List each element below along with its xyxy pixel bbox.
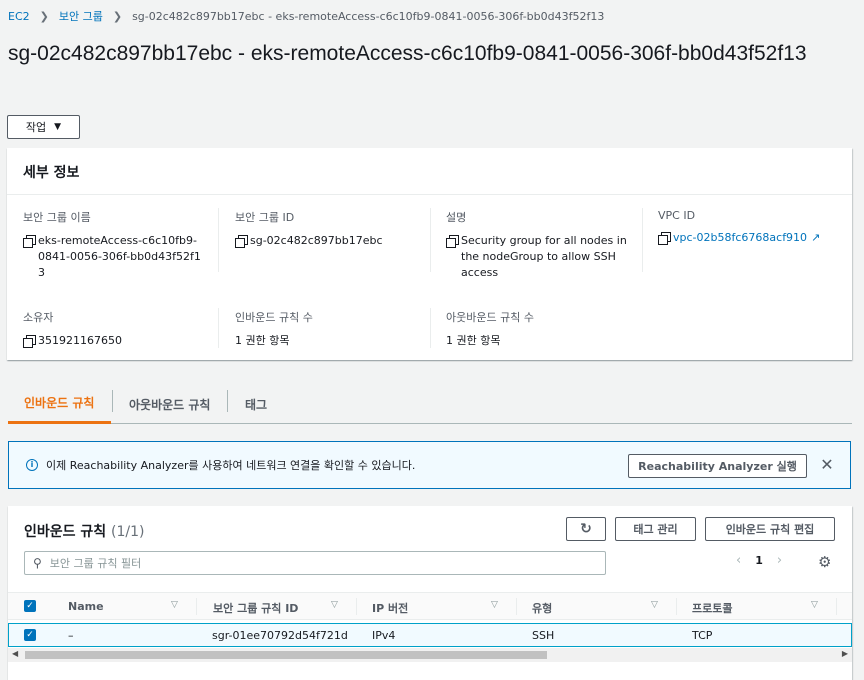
vpc-field: VPC ID vpc-02b58fc6768acf910 ↗: [658, 209, 843, 246]
table-header: ✓ Name ▽ 보안 그룹 규칙 ID ▽ IP 버전 ▽ 유형 ▽ 프로토콜…: [8, 592, 852, 620]
sort-icon[interactable]: ▽: [491, 600, 498, 610]
pagination: ‹ 1 ›: [736, 553, 782, 568]
rules-title: 인바운드 규칙: [24, 524, 107, 540]
outbound-count-value: 1 권한 항목: [446, 334, 501, 347]
description-label: 설명: [446, 211, 467, 224]
outbound-count-label: 아웃바운드 규칙 수: [446, 311, 534, 324]
edit-inbound-rules-button[interactable]: 인바운드 규칙 편집: [705, 517, 835, 541]
outbound-count-field: 아웃바운드 규칙 수 1 권한 항목: [446, 309, 631, 349]
page-number[interactable]: 1: [755, 554, 763, 567]
cell-protocol: TCP: [692, 629, 713, 642]
info-alert: i 이제 Reachability Analyzer를 사용하여 네트워크 연결…: [8, 441, 851, 489]
inbound-count-field: 인바운드 규칙 수 1 권한 항목: [235, 309, 425, 349]
sort-icon[interactable]: ▽: [811, 600, 818, 610]
copy-icon[interactable]: [658, 232, 671, 245]
sort-icon[interactable]: ▽: [651, 600, 658, 610]
group-name-label: 보안 그룹 이름: [23, 211, 91, 224]
external-link-icon: ↗: [811, 231, 821, 244]
inbound-rules-panel: 인바운드 규칙 (1/1) ↻ 태그 관리 인바운드 규칙 편집 ⚲ 보안 그룹…: [8, 506, 852, 680]
group-id-field: 보안 그룹 ID sg-02c482c897bb17ebc: [235, 209, 425, 249]
divider: [430, 308, 431, 348]
cell-ip-version: IPv4: [372, 629, 396, 642]
search-icon: ⚲: [33, 556, 42, 570]
chevron-right-icon[interactable]: ›: [777, 553, 782, 568]
refresh-icon: ↻: [580, 521, 592, 537]
tab-tags[interactable]: 태그: [229, 384, 283, 424]
description-field: 설명 Security group for all nodes in the n…: [446, 209, 631, 281]
column-rule-id[interactable]: 보안 그룹 규칙 ID: [213, 600, 298, 616]
rules-filter-input[interactable]: ⚲ 보안 그룹 규칙 필터: [24, 551, 606, 575]
row-checkbox[interactable]: ✓: [24, 629, 36, 641]
chevron-left-icon[interactable]: ‹: [736, 553, 741, 568]
scroll-left-icon[interactable]: ◀: [12, 649, 18, 658]
rules-count: (1/1): [111, 524, 145, 540]
inbound-count-label: 인바운드 규칙 수: [235, 311, 313, 324]
cell-name: –: [68, 629, 74, 642]
column-divider: [676, 598, 677, 615]
column-protocol[interactable]: 프로토콜: [692, 600, 732, 616]
breadcrumb-current: sg-02c482c897bb17ebc - eks-remoteAccess-…: [132, 9, 605, 23]
divider: [218, 308, 219, 348]
horizontal-scrollbar[interactable]: ◀ ▶: [8, 648, 852, 662]
scrollbar-thumb[interactable]: [25, 651, 547, 659]
description-value: Security group for all nodes in the node…: [461, 234, 627, 279]
cell-rule-id: sgr-01ee70792d54f721d: [212, 629, 348, 642]
column-divider: [836, 598, 837, 615]
sort-icon[interactable]: ▽: [171, 600, 178, 610]
group-name-field: 보안 그룹 이름 eks-remoteAccess-c6c10fb9-0841-…: [23, 209, 203, 281]
table-row[interactable]: ✓ – sgr-01ee70792d54f721d IPv4 SSH TCP: [8, 623, 852, 647]
tab-divider: [227, 390, 228, 412]
alert-text: 이제 Reachability Analyzer를 사용하여 네트워크 연결을 …: [46, 459, 416, 472]
owner-value: 351921167650: [38, 334, 122, 347]
cell-type: SSH: [532, 629, 555, 642]
run-reachability-analyzer-button[interactable]: Reachability Analyzer 실행: [628, 454, 807, 478]
column-ip-version[interactable]: IP 버전: [372, 600, 408, 616]
owner-field: 소유자 351921167650: [23, 309, 203, 349]
close-icon[interactable]: ✕: [817, 454, 837, 476]
gear-icon[interactable]: ⚙: [818, 553, 831, 571]
chevron-right-icon: ❯: [112, 9, 123, 23]
page-title: sg-02c482c897bb17ebc - eks-remoteAccess-…: [8, 42, 807, 65]
rules-heading: 인바운드 규칙 (1/1): [24, 521, 145, 541]
breadcrumb-security-groups[interactable]: 보안 그룹: [59, 8, 103, 24]
divider: [218, 208, 219, 272]
group-id-label: 보안 그룹 ID: [235, 211, 295, 224]
refresh-button[interactable]: ↻: [566, 517, 606, 541]
owner-label: 소유자: [23, 311, 54, 324]
column-name[interactable]: Name: [68, 600, 104, 613]
column-divider: [516, 598, 517, 615]
column-type[interactable]: 유형: [532, 600, 552, 616]
copy-icon[interactable]: [23, 335, 36, 348]
copy-icon[interactable]: [235, 235, 248, 248]
divider: [642, 208, 643, 272]
vpc-label: VPC ID: [658, 209, 696, 222]
chevron-right-icon: ❯: [39, 9, 49, 23]
column-divider: [196, 598, 197, 615]
copy-icon[interactable]: [23, 235, 36, 248]
manage-tags-button[interactable]: 태그 관리: [615, 517, 696, 541]
vpc-link[interactable]: vpc-02b58fc6768acf910: [673, 230, 807, 246]
caret-down-icon: ▼: [54, 122, 62, 132]
details-heading: 세부 정보: [7, 148, 852, 195]
column-divider: [356, 598, 357, 615]
filter-placeholder: 보안 그룹 규칙 필터: [49, 557, 142, 570]
group-id-value: sg-02c482c897bb17ebc: [250, 234, 383, 247]
info-icon: i: [26, 459, 38, 471]
breadcrumb: EC2 ❯ 보안 그룹 ❯ sg-02c482c897bb17ebc - eks…: [8, 7, 604, 25]
sort-icon[interactable]: ▽: [331, 600, 338, 610]
breadcrumb-ec2[interactable]: EC2: [8, 10, 30, 23]
actions-button[interactable]: 작업 ▼: [7, 115, 80, 139]
select-all-checkbox[interactable]: ✓: [24, 600, 36, 612]
inbound-count-value: 1 권한 항목: [235, 334, 290, 347]
copy-icon[interactable]: [446, 235, 459, 248]
details-panel: 세부 정보 보안 그룹 이름 eks-remoteAccess-c6c10fb9…: [7, 148, 852, 360]
divider: [430, 208, 431, 272]
group-name-value: eks-remoteAccess-c6c10fb9-0841-0056-306f…: [38, 234, 201, 279]
scroll-right-icon[interactable]: ▶: [842, 649, 848, 658]
tab-outbound-rules[interactable]: 아웃바운드 규칙: [113, 384, 226, 424]
tab-inbound-rules[interactable]: 인바운드 규칙: [8, 384, 111, 424]
tab-bar: 인바운드 규칙 아웃바운드 규칙 태그: [8, 384, 852, 424]
actions-button-label: 작업: [25, 121, 47, 134]
